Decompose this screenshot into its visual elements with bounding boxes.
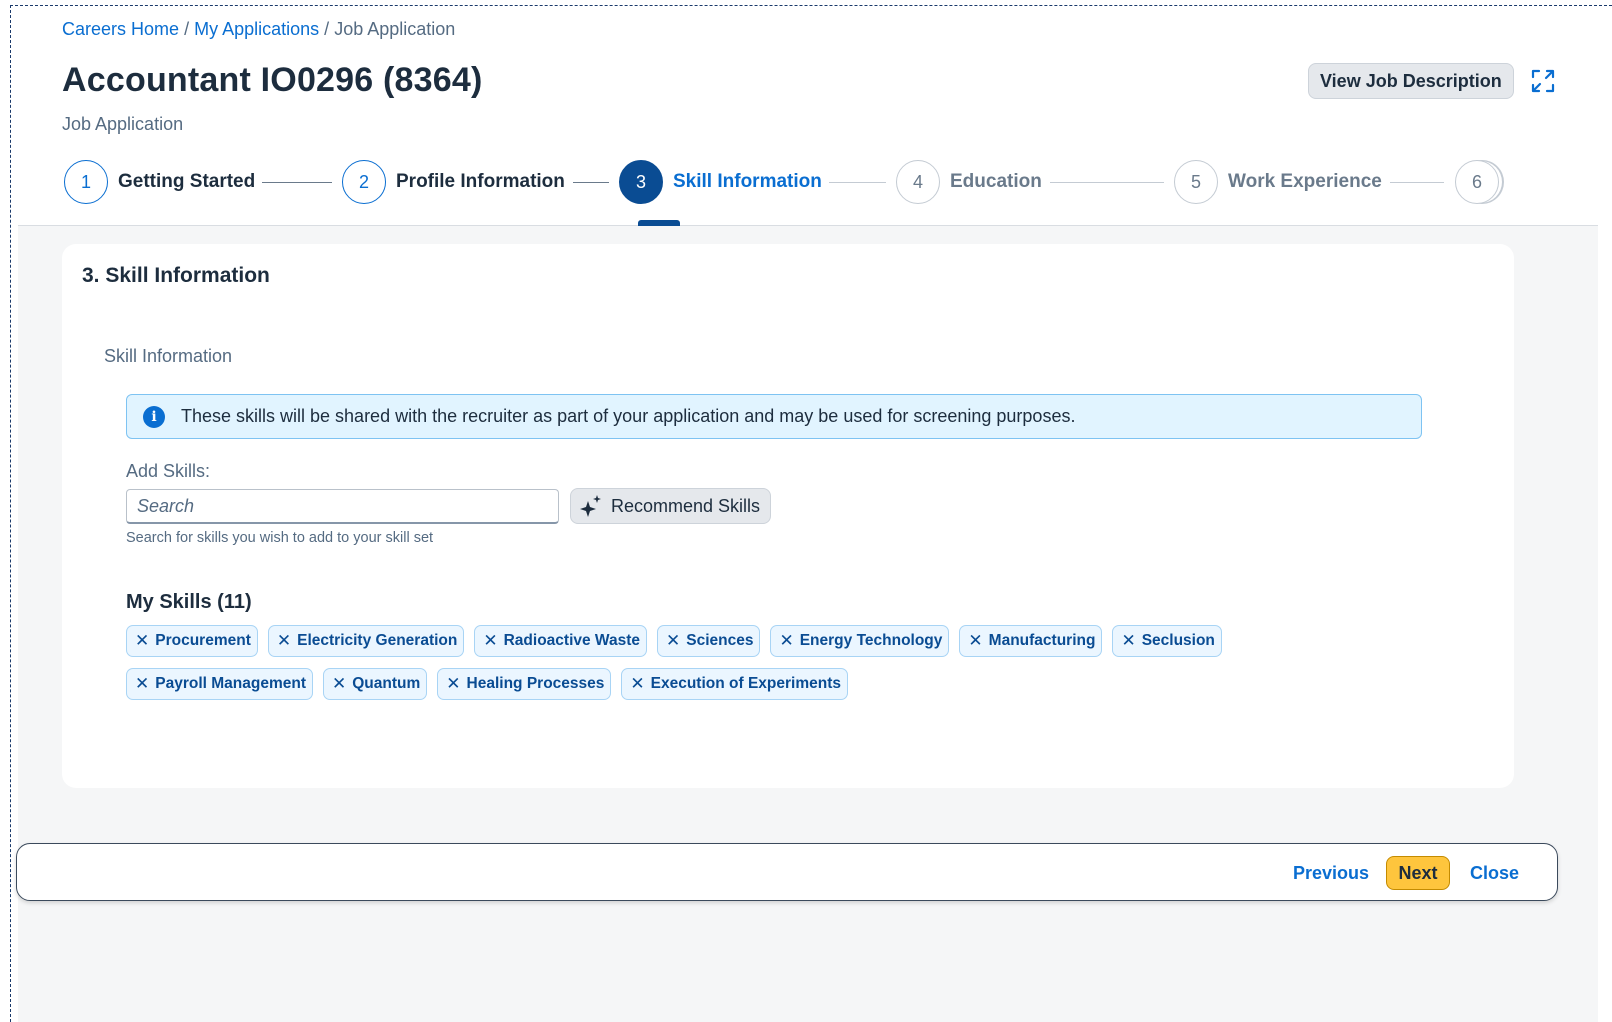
skill-chip[interactable]: ✕ Energy Technology	[770, 625, 950, 657]
breadcrumb-careers-home[interactable]: Careers Home	[62, 19, 179, 39]
step-connector	[262, 182, 332, 183]
step-5-label: Work Experience	[1228, 171, 1382, 192]
remove-icon[interactable]: ✕	[666, 631, 680, 651]
skill-chip[interactable]: ✕ Quantum	[323, 668, 428, 700]
remove-icon[interactable]: ✕	[968, 631, 982, 651]
breadcrumb-my-applications[interactable]: My Applications	[194, 19, 319, 39]
step-3-label: Skill Information	[673, 171, 822, 192]
page-header: Careers Home / My Applications / Job App…	[18, 6, 1598, 226]
sparkle-icon	[580, 495, 601, 517]
section-label: Skill Information	[104, 346, 233, 366]
step-5-circle: 5	[1174, 160, 1218, 204]
step-connector	[829, 182, 886, 183]
step-connector	[1390, 182, 1444, 183]
step-work-experience[interactable]: 5 Work Experience	[1174, 160, 1382, 204]
footer-toolbar: Previous Next Close	[16, 843, 1558, 901]
step-profile-information[interactable]: 2 Profile Information	[342, 160, 565, 204]
step-skill-information[interactable]: 3 Skill Information	[619, 160, 822, 204]
page-title: Accountant IO0296 (8364)	[62, 61, 483, 99]
skill-chip[interactable]: ✕ Procurement	[126, 625, 258, 657]
previous-button[interactable]: Previous	[1293, 856, 1369, 890]
view-job-description-button[interactable]: View Job Description	[1308, 63, 1514, 99]
step-1-label: Getting Started	[118, 171, 256, 192]
step-4-circle: 4	[896, 160, 940, 204]
remove-icon[interactable]: ✕	[483, 631, 497, 651]
step-getting-started[interactable]: 1 Getting Started	[64, 160, 255, 204]
skill-chip[interactable]: ✕ Manufacturing	[959, 625, 1103, 657]
skills-row-2: ✕ Payroll Management ✕ Quantum ✕ Healing Pr…	[126, 668, 848, 700]
remove-icon[interactable]: ✕	[446, 674, 460, 694]
info-message-text: These skills will be shared with the rec…	[181, 406, 1076, 426]
skill-information-card: 3. Skill Information Skill Information i…	[62, 244, 1514, 788]
skill-chip[interactable]: ✕ Electricity Generation	[267, 625, 465, 657]
skills-row-1: ✕ Procurement ✕ Electricity Generation ✕ Ra…	[126, 625, 1222, 657]
close-button[interactable]: Close	[1470, 856, 1519, 890]
step-6[interactable]: 6	[1455, 160, 1499, 204]
skill-chip[interactable]: ✕ Sciences	[657, 625, 761, 657]
skill-chip[interactable]: ✕ Healing Processes	[437, 668, 612, 700]
step-1-circle: 1	[64, 160, 108, 204]
search-hint: Search for skills you wish to add to you…	[126, 530, 434, 546]
remove-icon[interactable]: ✕	[135, 674, 149, 694]
step-connector	[1050, 182, 1164, 183]
step-connector	[573, 182, 609, 183]
skill-chip[interactable]: ✕ Payroll Management	[126, 668, 313, 700]
step-3-circle: 3	[619, 160, 663, 204]
skill-chip[interactable]: ✕ Execution of Experiments	[621, 668, 848, 700]
step-4-label: Education	[950, 171, 1042, 192]
expand-icon[interactable]	[1530, 68, 1556, 94]
skill-chip[interactable]: ✕ Radioactive Waste	[474, 625, 647, 657]
info-icon: i	[143, 405, 165, 428]
remove-icon[interactable]: ✕	[1121, 631, 1135, 651]
step-6-circle: 6	[1455, 160, 1499, 204]
info-message-strip: i These skills will be shared with the r…	[126, 394, 1422, 439]
step-2-label: Profile Information	[396, 171, 565, 192]
remove-icon[interactable]: ✕	[779, 631, 793, 651]
remove-icon[interactable]: ✕	[630, 674, 644, 694]
card-title: 3. Skill Information	[82, 264, 270, 287]
remove-icon[interactable]: ✕	[135, 631, 149, 651]
recommend-skills-label: Recommend Skills	[611, 495, 761, 516]
recommend-skills-button[interactable]: Recommend Skills	[570, 488, 772, 524]
skill-chip[interactable]: ✕ Seclusion	[1112, 625, 1222, 657]
breadcrumb-current: Job Application	[334, 19, 456, 39]
add-skills-label: Add Skills:	[126, 461, 211, 481]
next-button[interactable]: Next	[1386, 856, 1450, 890]
page-subtitle: Job Application	[62, 114, 184, 134]
breadcrumb: Careers Home / My Applications / Job App…	[62, 19, 456, 39]
step-2-circle: 2	[342, 160, 386, 204]
my-skills-title: My Skills (11)	[126, 591, 252, 613]
progress-stepper: 1 Getting Started 2 Profile Information …	[18, 154, 1598, 226]
remove-icon[interactable]: ✕	[277, 631, 291, 651]
remove-icon[interactable]: ✕	[332, 674, 346, 694]
skill-search-input[interactable]	[126, 489, 559, 524]
step-education[interactable]: 4 Education	[896, 160, 1042, 204]
